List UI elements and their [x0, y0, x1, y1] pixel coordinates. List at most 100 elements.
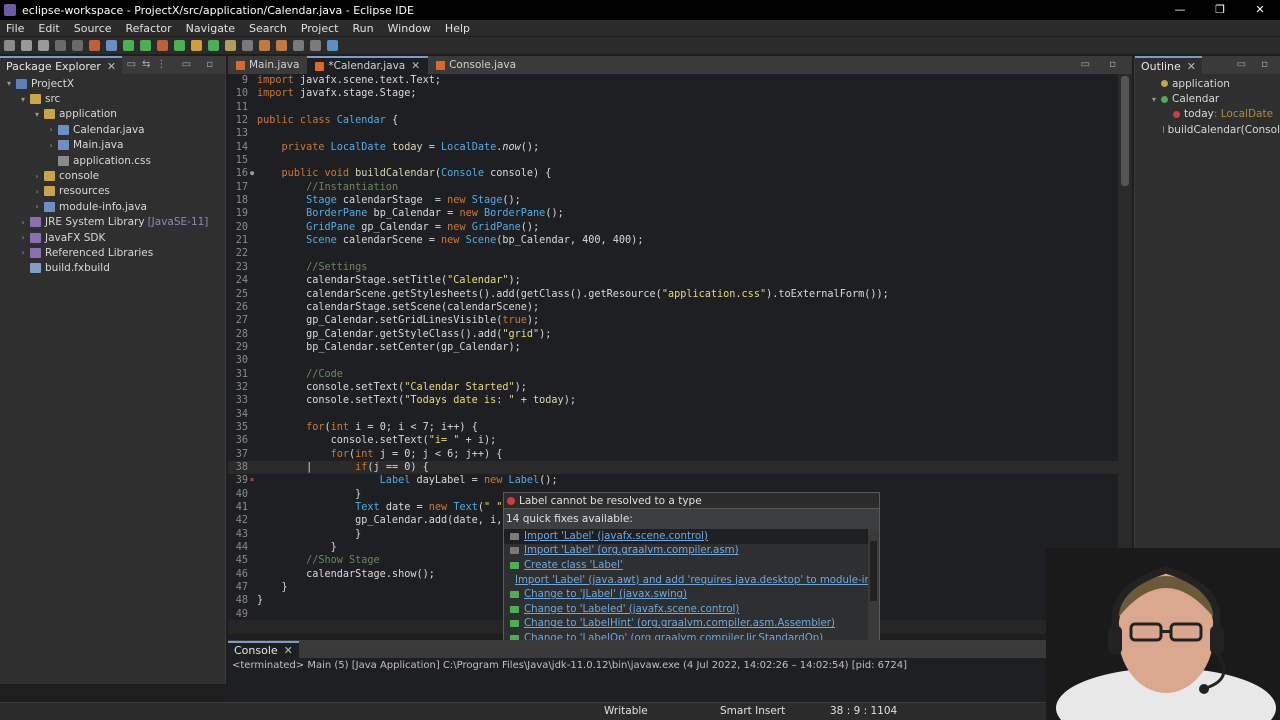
view-menu-icon[interactable]: ▭ ▫ — [1237, 56, 1274, 74]
code-line[interactable]: 29 bp_Calendar.setCenter(gp_Calendar); — [228, 341, 1118, 354]
run-icon[interactable] — [123, 40, 134, 51]
quick-fix-label[interactable]: Import 'Label' (org.graalvm.compiler.asm… — [524, 545, 739, 556]
code-line[interactable]: 39 ✖ Label dayLabel = new Label(); — [228, 474, 1118, 487]
scroll-thumb[interactable] — [1121, 76, 1129, 186]
code-line[interactable]: 31 //Code — [228, 368, 1118, 381]
menu-project[interactable]: Project — [301, 22, 339, 35]
quick-fix-item[interactable]: Create class 'Label' — [504, 558, 870, 573]
code-line[interactable]: 11 — [228, 101, 1118, 114]
quick-fix-scrollbar[interactable] — [868, 529, 879, 653]
code-line[interactable]: 17 //Instantiation — [228, 181, 1118, 194]
editor-vertical-scrollbar[interactable] — [1118, 74, 1132, 626]
menu-search[interactable]: Search — [249, 22, 287, 35]
quick-fix-item[interactable]: Change to 'Labeled' (javafx.scene.contro… — [504, 602, 870, 617]
expand-arrow-icon[interactable]: › — [46, 141, 56, 150]
quick-fix-label[interactable]: Import 'Label' (javafx.scene.control) — [524, 531, 708, 542]
search-icon[interactable] — [242, 40, 253, 51]
tree-item[interactable]: › JRE System Library [JavaSE-11] — [0, 215, 225, 230]
quick-fix-item[interactable]: Import 'Label' (javafx.scene.control) — [504, 529, 870, 544]
code-line[interactable]: 21 Scene calendarScene = new Scene(bp_Ca… — [228, 234, 1118, 247]
code-line[interactable]: 19 BorderPane bp_Calendar = new BorderPa… — [228, 207, 1118, 220]
close-icon[interactable]: ✕ — [284, 644, 293, 657]
tree-item[interactable]: › Main.java — [0, 138, 225, 153]
annotation-prev-icon[interactable] — [276, 40, 287, 51]
tree-item[interactable]: ▾ ProjectX — [0, 76, 225, 91]
maximize-button[interactable]: ❐ — [1200, 0, 1240, 20]
tab-outline[interactable]: Outline ✕ — [1135, 56, 1203, 74]
scroll-thumb[interactable] — [870, 541, 877, 601]
expand-arrow-icon[interactable]: ▾ — [1149, 95, 1159, 104]
print-icon[interactable] — [55, 40, 66, 51]
coverage-icon[interactable] — [140, 40, 151, 51]
view-menu-icon[interactable]: ▭⇆⋮ ▭ ▫ — [127, 56, 219, 74]
expand-arrow-icon[interactable]: › — [32, 187, 42, 196]
new-class-icon[interactable] — [208, 40, 219, 51]
tree-item[interactable]: › Calendar.java — [0, 122, 225, 137]
quick-fix-item[interactable]: Import 'Label' (java.awt) and add 'requi… — [504, 573, 870, 588]
skip-breakpoints-icon[interactable] — [89, 40, 100, 51]
code-line[interactable]: 18 Stage calendarStage = new Stage(); — [228, 194, 1118, 207]
quick-fix-item[interactable]: Change to 'LabelHint' (org.graalvm.compi… — [504, 617, 870, 632]
editor-tab[interactable]: Console.java — [428, 56, 524, 74]
code-line[interactable]: 10 import javafx.stage.Stage; — [228, 87, 1118, 100]
code-line[interactable]: 22 — [228, 247, 1118, 260]
expand-arrow-icon[interactable]: › — [32, 202, 42, 211]
editor-view-controls[interactable]: ▭ ▫ — [1081, 56, 1124, 74]
tree-item[interactable]: › resources — [0, 184, 225, 199]
menu-source[interactable]: Source — [74, 22, 112, 35]
code-line[interactable]: 26 calendarStage.setScene(calendarScene)… — [228, 301, 1118, 314]
code-line[interactable]: 32 console.setText("Calendar Started"); — [228, 381, 1118, 394]
expand-arrow-icon[interactable]: › — [32, 172, 42, 181]
code-line[interactable]: 25 calendarScene.getStylesheets().add(ge… — [228, 288, 1118, 301]
menu-help[interactable]: Help — [445, 22, 470, 35]
outline-item[interactable]: buildCalendar(Consol — [1135, 122, 1280, 137]
tree-item[interactable]: › module-info.java — [0, 199, 225, 214]
minimize-button[interactable]: — — [1160, 0, 1200, 20]
code-line[interactable]: 24 calendarStage.setTitle("Calendar"); — [228, 274, 1118, 287]
code-line[interactable]: 16 ● public void buildCalendar(Console co… — [228, 167, 1118, 180]
code-line[interactable]: 36 console.setText("i= " + i); — [228, 434, 1118, 447]
editor-tab[interactable]: *Calendar.java ✕ — [307, 56, 429, 74]
menu-run[interactable]: Run — [352, 22, 373, 35]
tab-console[interactable]: Console ✕ — [228, 641, 299, 658]
code-line[interactable]: 13 — [228, 127, 1118, 140]
expand-arrow-icon[interactable]: ▾ — [18, 95, 28, 104]
new-icon[interactable] — [4, 40, 15, 51]
open-type-icon[interactable] — [225, 40, 236, 51]
debug-icon[interactable] — [106, 40, 117, 51]
code-line[interactable]: 14 private LocalDate today = LocalDate.n… — [228, 141, 1118, 154]
save-all-icon[interactable] — [38, 40, 49, 51]
code-line[interactable]: 34 — [228, 408, 1118, 421]
tree-item[interactable]: › console — [0, 168, 225, 183]
tree-item[interactable]: ▾ src — [0, 91, 225, 106]
outline-item[interactable]: ▾ Calendar — [1135, 91, 1280, 106]
quick-fix-item[interactable]: Import 'Label' (org.graalvm.compiler.asm… — [504, 544, 870, 559]
close-window-button[interactable]: ✕ — [1240, 0, 1280, 20]
close-icon[interactable]: ✕ — [1187, 60, 1196, 73]
toggle-breakpoint-icon[interactable] — [72, 40, 83, 51]
code-line[interactable]: 23 //Settings — [228, 261, 1118, 274]
new-java-project-icon[interactable] — [174, 40, 185, 51]
outline-item[interactable]: today : LocalDate — [1135, 107, 1280, 122]
annotation-next-icon[interactable] — [259, 40, 270, 51]
expand-arrow-icon[interactable]: › — [18, 218, 28, 227]
back-icon[interactable] — [293, 40, 304, 51]
code-line[interactable]: 28 gp_Calendar.getStyleClass().add("grid… — [228, 328, 1118, 341]
quick-fix-label[interactable]: Change to 'LabelHint' (org.graalvm.compi… — [524, 618, 835, 629]
pin-editor-icon[interactable] — [327, 40, 338, 51]
close-icon[interactable]: ✕ — [107, 60, 116, 73]
menu-file[interactable]: File — [6, 22, 24, 35]
menu-edit[interactable]: Edit — [38, 22, 59, 35]
code-line[interactable]: 38 | if(j == 0) { — [228, 460, 1118, 475]
save-icon[interactable] — [21, 40, 32, 51]
code-line[interactable]: 27 gp_Calendar.setGridLinesVisible(true)… — [228, 314, 1118, 327]
expand-arrow-icon[interactable]: › — [46, 125, 56, 134]
expand-arrow-icon[interactable]: › — [18, 248, 28, 257]
quick-fix-label[interactable]: Import 'Label' (java.awt) and add 'requi… — [515, 575, 870, 586]
code-line[interactable]: 20 GridPane gp_Calendar = new GridPane()… — [228, 221, 1118, 234]
quick-fix-label[interactable]: Change to 'JLabel' (javax.swing) — [524, 589, 687, 600]
quick-fix-label[interactable]: Change to 'Labeled' (javafx.scene.contro… — [524, 604, 739, 615]
code-line[interactable]: 30 — [228, 354, 1118, 367]
tree-item[interactable]: › Referenced Libraries — [0, 245, 225, 260]
menu-refactor[interactable]: Refactor — [126, 22, 172, 35]
